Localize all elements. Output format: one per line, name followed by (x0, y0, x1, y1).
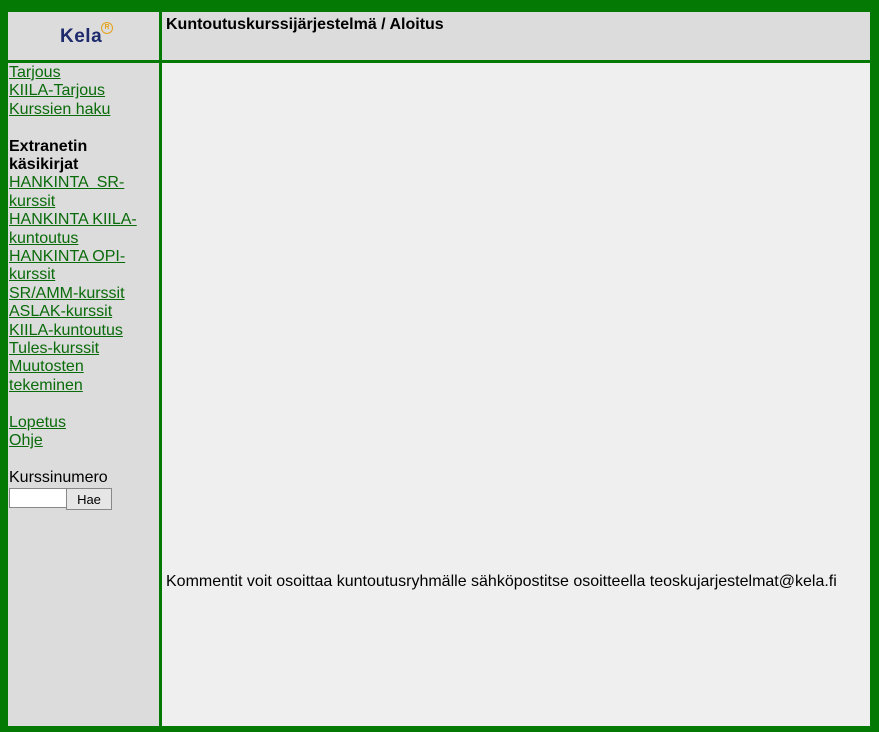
manual-link-aslak[interactable]: ASLAK-kurssit (9, 303, 157, 321)
nav-link-kiila-tarjous[interactable]: KIILA-Tarjous (9, 82, 157, 100)
manual-link-line: kurssit (9, 266, 56, 284)
manual-link-line: HANKINTA SR- (9, 174, 125, 192)
manual-link-kiila-kuntoutus[interactable]: KIILA-kuntoutus (9, 322, 157, 340)
kela-logo[interactable]: Kela (60, 26, 102, 48)
page-title: Kuntoutuskurssijärjestelmä / Aloitus (166, 16, 444, 33)
manual-link-line: kurssit (9, 192, 56, 210)
page-frame: Kela R Kuntoutuskurssijärjestelmä / Aloi… (8, 12, 870, 726)
manual-link-line: HANKINTA KIILA- (9, 211, 137, 229)
main-content: Kommentit voit osoittaa kuntoutusryhmäll… (162, 63, 870, 726)
feedback-note: Kommentit voit osoittaa kuntoutusryhmäll… (166, 573, 837, 590)
logo-cell: Kela R (8, 12, 159, 60)
manual-link-line: Muutosten (9, 358, 84, 376)
manual-link-hankinta-sr[interactable]: HANKINTA SR- kurssit (9, 174, 157, 211)
manual-link-line: kuntoutus (9, 229, 79, 247)
course-number-input[interactable] (9, 488, 68, 509)
nav-link-tarjous[interactable]: Tarjous (9, 64, 157, 82)
search-button[interactable]: Hae (66, 488, 112, 511)
manuals-heading-line2: käsikirjat (9, 156, 79, 174)
manual-link-muutosten[interactable]: Muutosten tekeminen (9, 358, 157, 395)
manual-link-sr-amm[interactable]: SR/AMM-kurssit (9, 285, 157, 303)
manuals-heading-line1: Extranetin (9, 137, 88, 155)
header: Kuntoutuskurssijärjestelmä / Aloitus (162, 12, 870, 60)
sidebar: Tarjous KIILA-Tarjous Kurssien haku Extr… (8, 63, 159, 726)
manual-link-line: tekeminen (9, 376, 83, 394)
course-search-form: Hae (9, 488, 157, 511)
manual-link-line: HANKINTA OPI- (9, 248, 126, 266)
course-number-label: Kurssinumero (9, 468, 108, 486)
manual-link-tules[interactable]: Tules-kurssit (9, 340, 157, 358)
manual-link-hankinta-opi[interactable]: HANKINTA OPI- kurssit (9, 248, 157, 285)
nav-link-kurssien-haku[interactable]: Kurssien haku (9, 101, 157, 119)
nav-link-ohje[interactable]: Ohje (9, 432, 157, 450)
registered-mark-icon: R (101, 22, 113, 34)
sidebar-nav: Tarjous KIILA-Tarjous Kurssien haku Extr… (9, 64, 157, 511)
manual-link-hankinta-kiila[interactable]: HANKINTA KIILA- kuntoutus (9, 211, 157, 248)
nav-link-lopetus[interactable]: Lopetus (9, 414, 157, 432)
